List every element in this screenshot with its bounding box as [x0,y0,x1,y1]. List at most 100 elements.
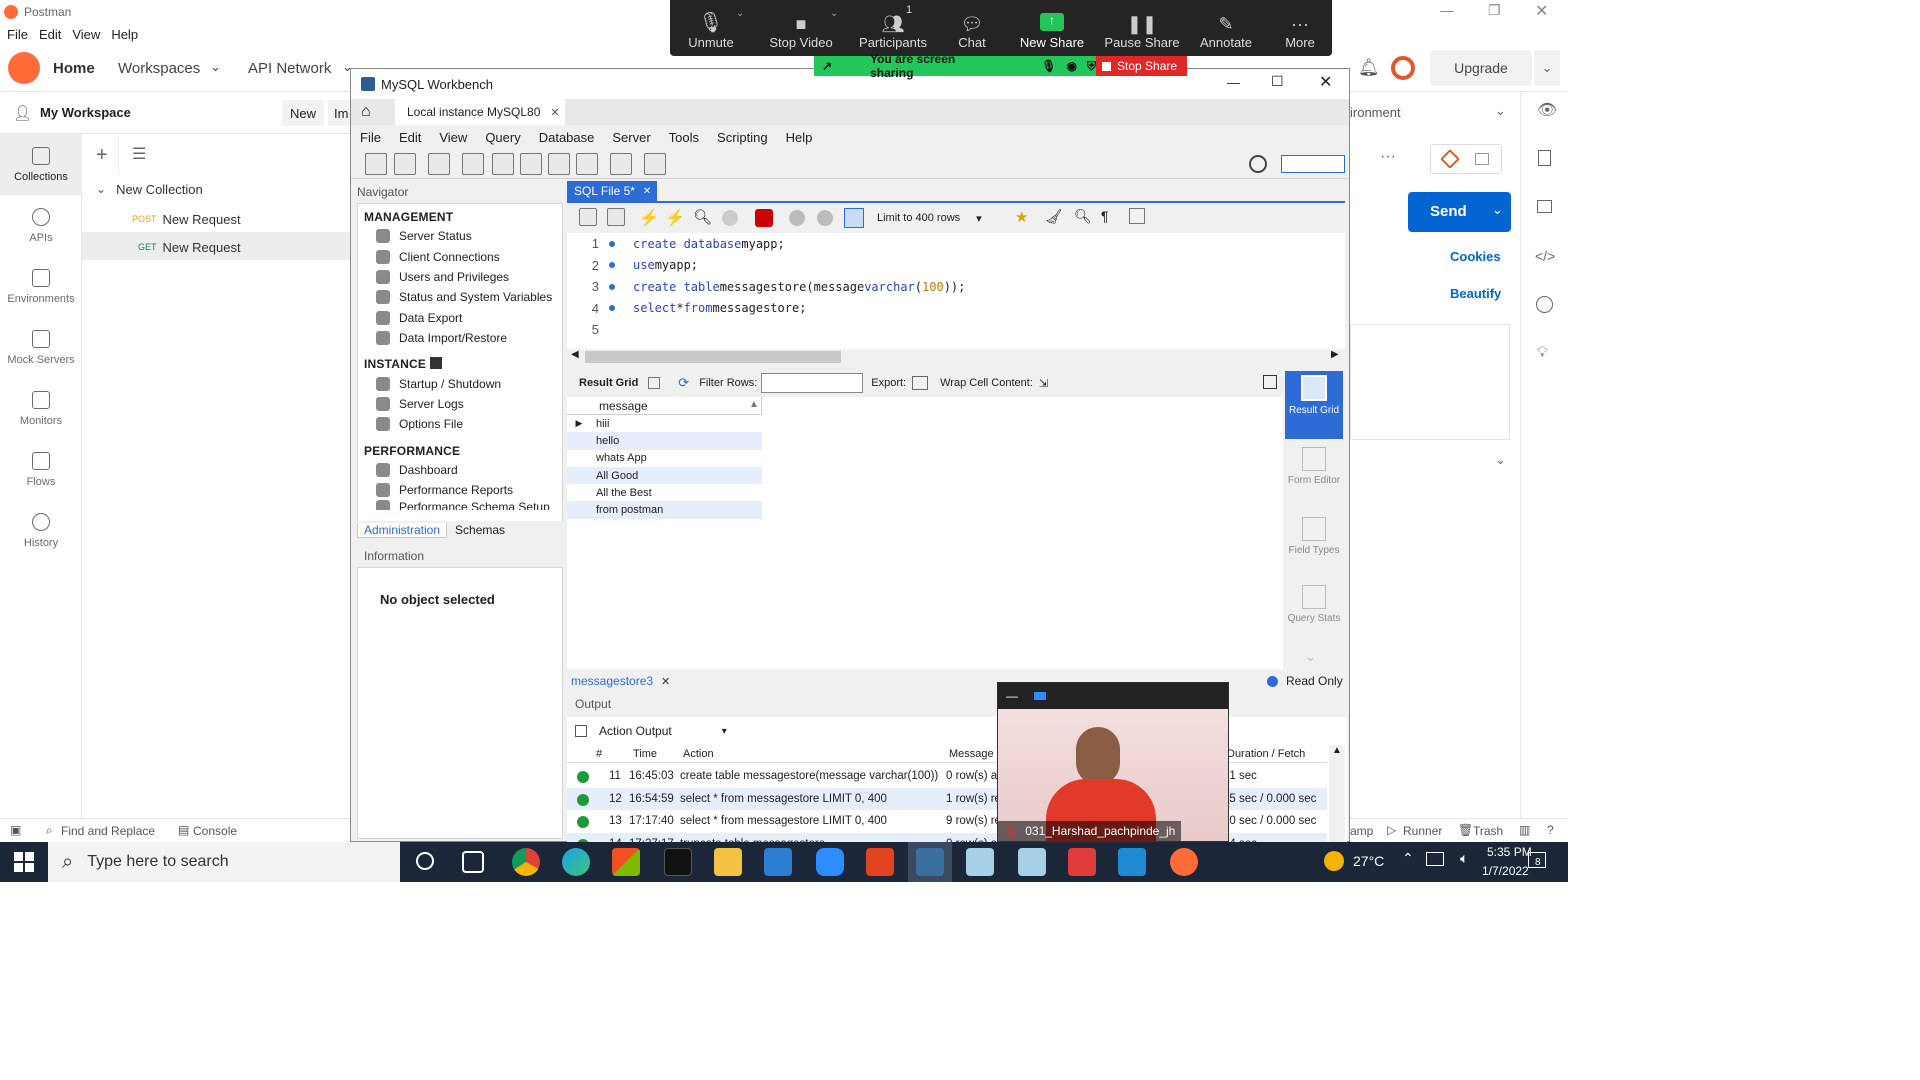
table-row[interactable]: from postman [567,501,762,519]
execute-icon[interactable]: ⚡ [639,208,659,228]
cortana-icon[interactable] [416,852,434,870]
send-button[interactable]: Send ⌄ [1408,192,1511,232]
table-row[interactable]: whats App [567,450,762,467]
runner-link[interactable]: Runner [1403,824,1442,838]
home-icon[interactable]: ⌂ [361,103,371,121]
code-line[interactable]: 5 [567,319,1345,341]
connection-tab[interactable]: Local instance MySQL80 ✕ [395,99,565,125]
menu-help[interactable]: Help [786,130,813,145]
nav-dashboard[interactable]: Dashboard [358,460,562,480]
nav-server-logs[interactable]: Server Logs [358,394,562,414]
office-icon[interactable] [866,848,894,876]
find-replace-link[interactable]: Find and Replace [61,824,155,838]
nav-workspaces[interactable]: Workspaces [118,60,200,77]
chrome-icon[interactable] [512,848,540,876]
workspace-name[interactable]: My Workspace [40,105,131,120]
field-types-button[interactable]: Field Types [1285,517,1343,575]
restore-icon[interactable]: ❐ [1488,2,1501,19]
chevron-down-icon[interactable]: ⌄ [830,8,838,19]
wrap-lines-icon[interactable] [1129,208,1145,224]
stop-icon[interactable] [722,210,738,226]
request-item[interactable]: POST New Request [132,210,241,228]
editor-hscrollbar[interactable]: ◀ ▶ [567,349,1345,365]
copy-icon[interactable] [575,725,587,737]
table-row[interactable]: All the Best [567,484,762,501]
mail-icon[interactable] [764,848,792,876]
mysql-workbench-icon[interactable] [916,848,944,876]
file-explorer-icon[interactable] [714,848,742,876]
stop-on-error-icon[interactable] [755,209,773,227]
pencil-icon[interactable] [1440,149,1460,169]
collections-search[interactable] [118,134,350,174]
comment-icon[interactable] [1475,153,1489,165]
nav-performance-reports[interactable]: Performance Reports [358,480,562,500]
invisible-chars-icon[interactable]: ¶ [1101,208,1109,224]
taskbar-search[interactable]: ⌕ Type here to search [48,842,400,882]
query-stats-button[interactable]: Query Stats [1285,585,1343,643]
more-icon[interactable]: ··· [1380,148,1396,166]
rail-environments[interactable]: Environments [0,256,82,317]
panel-layout-toggle[interactable] [1281,155,1345,173]
reconnect-icon[interactable] [644,153,666,175]
chevron-down-icon[interactable]: ⌄ [1305,649,1316,665]
grid-icon[interactable] [648,377,661,389]
wrap-cell-icon[interactable]: ⇲ [1039,377,1048,390]
weather-icon[interactable] [1324,851,1344,871]
menu-database[interactable]: Database [539,130,595,145]
menu-tools[interactable]: Tools [669,130,699,145]
result-tab[interactable]: messagestore3 ✕ [571,671,670,691]
table-cell[interactable]: whats App [591,452,647,464]
upgrade-button[interactable]: Upgrade [1430,50,1532,86]
menu-help[interactable]: Help [111,27,138,42]
table-cell[interactable]: hiii [591,418,609,430]
create-function-icon[interactable] [576,153,598,175]
view-icon[interactable] [1034,692,1046,700]
menu-file[interactable]: File [360,130,381,145]
close-icon[interactable]: ✕ [643,186,651,197]
nav-api-network[interactable]: API Network [248,60,331,77]
refresh-icon[interactable]: ⟳ [678,375,689,391]
nav-data-import[interactable]: Data Import/Restore [358,328,562,348]
console-link[interactable]: Console [193,824,237,838]
environment-selector[interactable]: ironment [1350,105,1401,120]
postman-home-logo-icon[interactable] [8,52,40,84]
chevron-down-icon[interactable]: ⌄ [1495,452,1506,468]
minimize-icon[interactable]: — [1227,75,1240,90]
commit-icon[interactable] [789,210,805,226]
execute-statement-icon[interactable]: ⚡ [665,208,685,228]
table-cell[interactable]: All the Best [591,487,652,499]
predator-icon[interactable] [664,848,692,876]
vscode-icon[interactable] [1118,848,1146,876]
scroll-thumb[interactable] [585,351,841,363]
sort-icon[interactable]: ▲ [749,399,759,410]
upgrade-dropdown-button[interactable]: ⌄ [1534,50,1560,86]
nav-home[interactable]: Home [53,60,95,77]
menu-view[interactable]: View [439,130,467,145]
new-sql-tab-icon[interactable] [365,153,387,175]
chevron-down-icon[interactable]: ⌄ [736,8,744,19]
create-schema-icon[interactable] [462,153,484,175]
code-line[interactable]: 4 select * from messagestore; [567,298,1345,320]
documentation-icon[interactable] [1538,150,1551,166]
network-icon[interactable] [1426,852,1444,866]
close-icon[interactable]: ✕ [661,675,670,688]
save-icon[interactable] [607,208,625,226]
annotate-button[interactable]: ✎ Annotate [1196,0,1256,56]
bootcamp-link[interactable]: amp [1350,824,1373,838]
output-selector[interactable]: Action Output ▾ [575,721,727,741]
nav-performance-schema[interactable]: Performance Schema Setup [358,500,562,511]
open-sql-script-icon[interactable] [394,153,416,175]
maximize-icon[interactable]: ☐ [1271,73,1284,90]
nav-startup-shutdown[interactable]: Startup / Shutdown [358,373,562,393]
nav-client-connections[interactable]: Client Connections [358,246,562,266]
menu-edit[interactable]: Edit [399,130,421,145]
import-button[interactable]: Im [328,100,350,126]
rail-flows[interactable]: Flows [0,439,82,500]
minimize-icon[interactable]: — [1440,2,1454,18]
nav-server-status[interactable]: Server Status [358,226,562,246]
clock-date[interactable]: 1/7/2022 [1482,864,1529,878]
code-icon[interactable]: </> [1535,248,1555,264]
chevron-up-icon[interactable]: ▲ [1332,745,1342,756]
chevron-right-icon[interactable]: ▶ [1331,349,1339,360]
stop-share-button[interactable]: Stop Share [1096,56,1187,76]
